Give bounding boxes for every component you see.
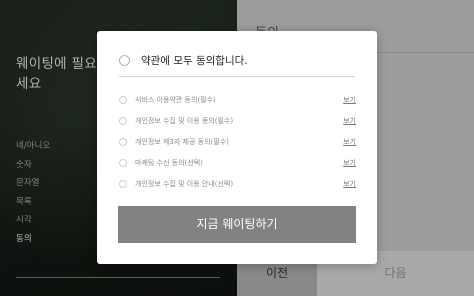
term-radio[interactable] [119,95,127,104]
wait-now-button[interactable]: 지금 웨이팅하기 [118,206,356,243]
term-item[interactable]: 개인정보 수집 및 이용 안내(선택) 보기 [119,173,356,194]
term-item[interactable]: 개인정보 수집 및 이용 동의(필수) 보기 [119,110,356,131]
divider [119,76,355,77]
term-radio[interactable] [119,116,127,125]
term-view-link[interactable]: 보기 [343,95,356,105]
agree-all-option[interactable]: 약관에 모두 동의합니다. [119,53,248,68]
term-view-link[interactable]: 보기 [343,179,356,189]
term-radio[interactable] [119,158,127,167]
term-label: 서비스 이용약관 동의(필수) [135,95,216,104]
term-radio[interactable] [119,137,127,146]
term-item[interactable]: 마케팅 수신 동의(선택) 보기 [119,152,356,173]
agree-all-label: 약관에 모두 동의합니다. [141,55,248,67]
term-view-link[interactable]: 보기 [343,158,356,168]
term-view-link[interactable]: 보기 [343,116,356,126]
agree-all-radio[interactable] [119,55,130,66]
term-item[interactable]: 서비스 이용약관 동의(필수) 보기 [119,89,356,110]
term-label: 개인정보 수집 및 이용 동의(필수) [135,116,234,125]
term-item[interactable]: 개인정보 제3자 제공 동의(필수) 보기 [119,131,356,152]
term-view-link[interactable]: 보기 [343,137,356,147]
term-label: 개인정보 수집 및 이용 안내(선택) [135,179,234,188]
terms-list: 서비스 이용약관 동의(필수) 보기 개인정보 수집 및 이용 동의(필수) 보… [119,89,356,194]
term-label: 개인정보 제3자 제공 동의(필수) [135,137,229,146]
terms-modal: 약관에 모두 동의합니다. 서비스 이용약관 동의(필수) 보기 개인정보 수집… [97,31,377,264]
term-radio[interactable] [119,179,127,188]
term-label: 마케팅 수신 동의(선택) [135,158,203,167]
